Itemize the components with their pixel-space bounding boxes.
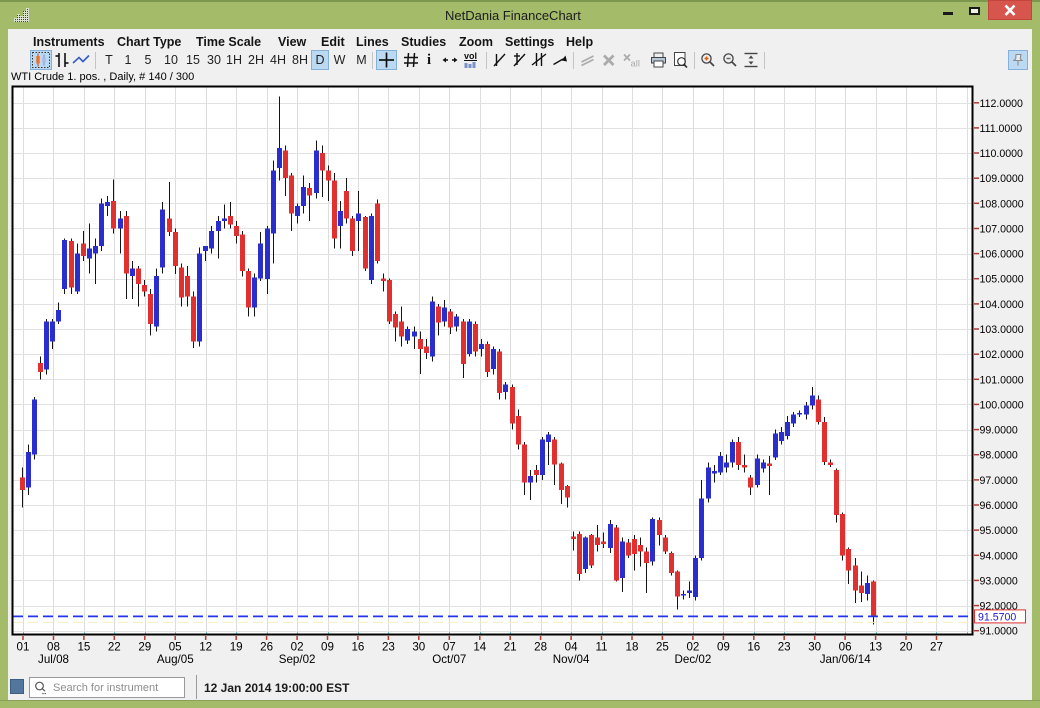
svg-text:103.0000: 103.0000 [980,324,1024,336]
svg-text:93.0000: 93.0000 [980,575,1018,587]
svg-text:12: 12 [199,641,212,654]
svg-text:30: 30 [808,641,821,654]
svg-text:06: 06 [839,641,852,654]
svg-text:26: 26 [260,641,273,654]
svg-text:110.0000: 110.0000 [980,148,1024,160]
svg-text:Sep/02: Sep/02 [279,653,316,666]
svg-text:94.0000: 94.0000 [980,550,1018,562]
svg-text:105.0000: 105.0000 [980,274,1024,286]
svg-text:23: 23 [382,641,395,654]
svg-text:107.0000: 107.0000 [980,224,1024,236]
svg-text:16: 16 [747,641,760,654]
svg-text:14: 14 [473,641,486,654]
svg-text:19: 19 [230,641,243,654]
svg-text:07: 07 [443,641,456,654]
svg-text:100.0000: 100.0000 [980,399,1024,411]
svg-text:Oct/07: Oct/07 [432,653,466,666]
svg-text:02: 02 [291,641,304,654]
svg-text:16: 16 [351,641,364,654]
svg-text:99.0000: 99.0000 [980,425,1018,437]
svg-text:25: 25 [656,641,669,654]
svg-text:97.0000: 97.0000 [980,475,1018,487]
svg-text:23: 23 [778,641,791,654]
svg-text:20: 20 [900,641,913,654]
svg-text:111.0000: 111.0000 [980,123,1023,135]
svg-text:28: 28 [534,641,547,654]
svg-text:112.0000: 112.0000 [980,98,1024,110]
svg-text:91.0000: 91.0000 [980,626,1018,638]
svg-text:Nov/04: Nov/04 [553,653,590,666]
svg-text:Jul/08: Jul/08 [38,653,69,666]
svg-text:04: 04 [565,641,578,654]
svg-text:91.5700: 91.5700 [978,612,1016,624]
svg-text:95.0000: 95.0000 [980,525,1018,537]
svg-text:01: 01 [17,641,30,654]
svg-text:106.0000: 106.0000 [980,249,1024,261]
svg-text:11: 11 [595,641,607,654]
svg-text:22: 22 [108,641,121,654]
svg-text:Aug/05: Aug/05 [157,653,194,666]
svg-text:15: 15 [77,641,90,654]
svg-text:08: 08 [47,641,60,654]
svg-text:09: 09 [321,641,334,654]
svg-text:21: 21 [504,641,517,654]
svg-text:29: 29 [138,641,151,654]
svg-text:Jan/06/14: Jan/06/14 [820,653,871,666]
svg-text:98.0000: 98.0000 [980,450,1018,462]
svg-text:09: 09 [717,641,730,654]
svg-text:30: 30 [412,641,425,654]
svg-text:02: 02 [686,641,699,654]
svg-text:13: 13 [869,641,882,654]
svg-text:108.0000: 108.0000 [980,198,1024,210]
svg-text:104.0000: 104.0000 [980,299,1024,311]
svg-text:Dec/02: Dec/02 [675,653,712,666]
svg-text:102.0000: 102.0000 [980,349,1024,361]
svg-text:27: 27 [930,641,943,654]
svg-text:05: 05 [169,641,182,654]
svg-text:18: 18 [626,641,639,654]
svg-text:109.0000: 109.0000 [980,173,1024,185]
svg-text:101.0000: 101.0000 [980,374,1024,386]
svg-text:96.0000: 96.0000 [980,500,1018,512]
